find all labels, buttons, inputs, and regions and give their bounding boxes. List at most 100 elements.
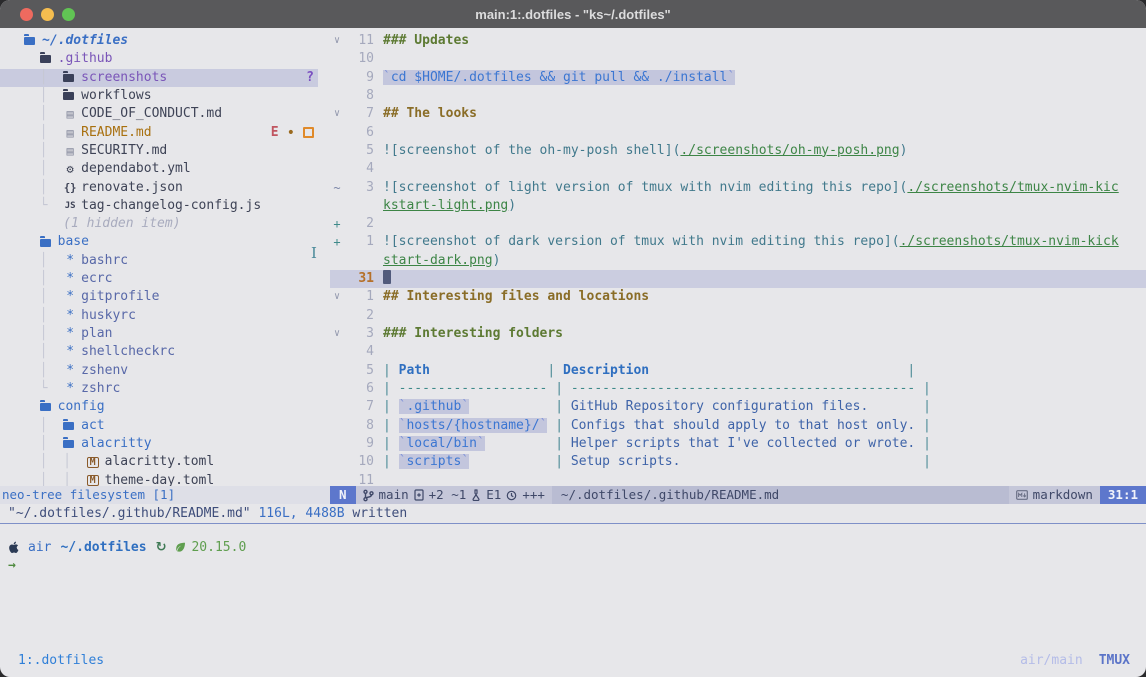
- tree-item-gitprofile[interactable]: │ *gitprofile: [0, 288, 318, 306]
- line-number: 10: [344, 453, 374, 471]
- editor-line[interactable]: +1![screenshot of dark version of tmux w…: [330, 233, 1146, 251]
- tree-item-.github[interactable]: .github: [0, 50, 318, 68]
- tree-item-act[interactable]: │ act: [0, 417, 318, 435]
- lualine-statusline: N main +2 ~1 E1: [330, 486, 1146, 504]
- tree-item-alacritty.toml[interactable]: │ │ Malacritty.toml: [0, 453, 318, 471]
- indent-guide: │: [24, 105, 63, 123]
- tree-item-alacritty[interactable]: │ alacritty: [0, 435, 318, 453]
- editor-line[interactable]: 4: [330, 343, 1146, 361]
- tree-item-label: .github: [58, 50, 113, 68]
- node-leaf-icon: [175, 542, 186, 552]
- editor-line[interactable]: ~3![screenshot of light version of tmux …: [330, 179, 1146, 197]
- tree-item-readme.md[interactable]: │ ▤README.mdE•: [0, 124, 318, 142]
- editor-line[interactable]: 9`cd $HOME/.dotfiles && git pull && ./in…: [330, 69, 1146, 87]
- tmux-pane-shell[interactable]: air ~/.dotfiles ↻ 20.15.0 →: [0, 524, 1146, 674]
- status-row: neo-tree filesystem [1] N main +2 ~1 E1: [0, 486, 1146, 504]
- editor-line[interactable]: ∨3### Interesting folders: [330, 325, 1146, 343]
- tree-item-bashrc[interactable]: │ *bashrc: [0, 252, 318, 270]
- editor-line[interactable]: 10: [330, 50, 1146, 68]
- tree-item-config[interactable]: config: [0, 398, 318, 416]
- fold-marker-icon[interactable]: ∨: [330, 32, 344, 50]
- text-segment: ## Interesting files and locations: [383, 289, 649, 304]
- line-text: | `scripts` | Setup scripts. |: [383, 453, 1146, 471]
- editor-line[interactable]: 10 | `scripts` | Setup scripts. |: [330, 453, 1146, 471]
- editor-line[interactable]: 6: [330, 124, 1146, 142]
- editor-line[interactable]: 5![screenshot of the oh-my-posh shell](.…: [330, 142, 1146, 160]
- tree-item-workflows[interactable]: │ workflows: [0, 87, 318, 105]
- editor-line[interactable]: start-dark.png): [330, 252, 1146, 270]
- tree-item-codeofconduct.md[interactable]: │ ▤CODE_OF_CONDUCT.md: [0, 105, 318, 123]
- line-text: [383, 343, 1146, 361]
- line-number: 7: [344, 105, 374, 123]
- indent-guide: │: [24, 69, 63, 87]
- editor-buffer[interactable]: ∨11### Updates109`cd $HOME/.dotfiles && …: [330, 28, 1146, 486]
- line-text: | `hosts/{hostname}/` | Configs that sho…: [383, 417, 1146, 435]
- tmux-window-item[interactable]: 1:.dotfiles: [18, 653, 104, 668]
- filetype-label: markdown: [1033, 486, 1093, 504]
- text-segment: [469, 454, 547, 469]
- editor-line[interactable]: 6| ------------------- | ---------------…: [330, 380, 1146, 398]
- tree-item-plan[interactable]: │ *plan: [0, 325, 318, 343]
- text-segment: -------------------: [399, 381, 548, 396]
- fold-marker-icon[interactable]: ∨: [330, 288, 344, 306]
- editor-line[interactable]: 8| `hosts/{hostname}/` | Configs that sh…: [330, 417, 1146, 435]
- gutter-spacer: [330, 362, 344, 380]
- tree-item-label: ~/.dotfiles: [42, 32, 128, 50]
- indent-guide: │: [24, 325, 63, 343]
- editor-line[interactable]: ∨1## Interesting files and locations: [330, 288, 1146, 306]
- tree-item-zshrc[interactable]: └ *zshrc: [0, 380, 318, 398]
- indent-guide: └: [24, 197, 63, 215]
- tree-item-label: shellcheckrc: [81, 343, 175, 361]
- line-text: [383, 215, 1146, 233]
- line-text: ### Updates: [383, 32, 1146, 50]
- tree-item-screenshots[interactable]: │ screenshots?: [0, 69, 318, 87]
- tree-item-security.md[interactable]: │ ▤SECURITY.md: [0, 142, 318, 160]
- indent-guide: [24, 398, 40, 416]
- text-segment: [680, 454, 915, 469]
- tree-item-tag-changelog-config.js[interactable]: └ JStag-changelog-config.js: [0, 197, 318, 215]
- fold-marker-icon[interactable]: ∨: [330, 325, 344, 343]
- tree-item-ecrc[interactable]: │ *ecrc: [0, 270, 318, 288]
- tree-item-dependabot.yml[interactable]: │ ⚙dependabot.yml: [0, 160, 318, 178]
- fold-marker-icon[interactable]: ∨: [330, 105, 344, 123]
- line-number: 5: [344, 142, 374, 160]
- errors-badge: E: [271, 124, 279, 142]
- editor-line[interactable]: ∨11### Updates: [330, 32, 1146, 50]
- gutter-spacer: [330, 124, 344, 142]
- editor-line[interactable]: 7| `.github` | GitHub Repository configu…: [330, 398, 1146, 416]
- editor-cursor-line[interactable]: 31: [330, 270, 1146, 288]
- tree-item-base[interactable]: base: [0, 233, 318, 251]
- line-text: [383, 270, 1146, 288]
- editor-line[interactable]: 2: [330, 307, 1146, 325]
- editor-line[interactable]: 5| Path | Description |: [330, 362, 1146, 380]
- tree-item-huskyrc[interactable]: │ *huskyrc: [0, 307, 318, 325]
- editor-line[interactable]: kstart-light.png): [330, 197, 1146, 215]
- text-segment: |: [547, 381, 570, 396]
- text-segment: |: [547, 399, 570, 414]
- text-segment: .github: [406, 399, 461, 414]
- editor-line[interactable]: 4: [330, 160, 1146, 178]
- line-text: | `local/bin` | Helper scripts that I've…: [383, 435, 1146, 453]
- editor-line[interactable]: +2: [330, 215, 1146, 233]
- star-icon: *: [63, 325, 77, 343]
- editor-line[interactable]: 11: [330, 472, 1146, 487]
- text-segment: |: [915, 381, 931, 396]
- gear-icon: ⚙: [63, 160, 77, 178]
- modified-dot-badge: •: [287, 129, 295, 137]
- indent-guide: [24, 215, 63, 233]
- tree-item-theme-day.toml[interactable]: │ │ Mtheme-day.toml: [0, 472, 318, 487]
- git-status-badges: E•: [271, 124, 318, 142]
- tree-item-zshenv[interactable]: │ *zshenv: [0, 362, 318, 380]
- tree-item-renovate.json[interactable]: │ {}renovate.json: [0, 179, 318, 197]
- tree-item-label: dependabot.yml: [81, 160, 191, 178]
- tree-item-~.dotfiles[interactable]: ~/.dotfiles: [0, 32, 318, 50]
- prompt-arrow[interactable]: →: [8, 556, 1146, 574]
- text-segment: start-dark.png: [383, 253, 493, 268]
- editor-line[interactable]: ∨7## The looks: [330, 105, 1146, 123]
- editor-line[interactable]: 8: [330, 87, 1146, 105]
- tree-item-1hiddenitem[interactable]: (1 hidden item): [0, 215, 318, 233]
- tree-item-shellcheckrc[interactable]: │ *shellcheckrc: [0, 343, 318, 361]
- text-segment: |: [383, 381, 399, 396]
- editor-line[interactable]: 9| `local/bin` | Helper scripts that I'v…: [330, 435, 1146, 453]
- text-segment: Helper scripts that I've collected or wr…: [571, 436, 915, 451]
